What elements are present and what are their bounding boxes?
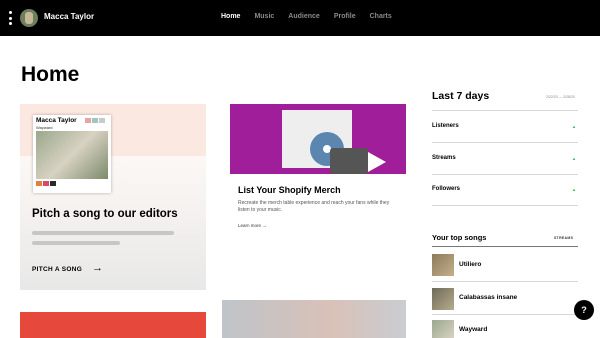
arrow-right-icon: → [262, 223, 267, 228]
help-button[interactable]: ? [574, 300, 594, 320]
nav-home[interactable]: Home [221, 13, 240, 20]
artist-name[interactable]: Macca Taylor [44, 12, 94, 21]
song-preview-card: Macca Taylor Wayward [33, 115, 111, 193]
merch-card-description: Recreate the merch table experience and … [238, 200, 390, 213]
color-swatch [99, 118, 105, 123]
song-title[interactable]: Utiliero [459, 261, 481, 268]
song-cover[interactable] [432, 320, 454, 338]
divider [432, 314, 578, 315]
learn-more-label: Learn more [238, 223, 262, 228]
streams-column-header: STREAMS [554, 236, 574, 240]
date-range: 2/22/20 — 2/28/20 [546, 95, 575, 99]
placeholder-bar [32, 231, 174, 235]
song-title[interactable]: Wayward [459, 326, 487, 333]
top-songs-title: Your top songs [432, 233, 487, 242]
divider [432, 205, 578, 206]
trend-up-icon: ▲ [572, 156, 576, 161]
song-title[interactable]: Calabassas insane [459, 294, 517, 301]
color-swatch [50, 181, 56, 186]
stats-title: Last 7 days [432, 90, 490, 102]
color-swatch [85, 118, 91, 123]
divider [432, 110, 578, 111]
color-swatch [43, 181, 49, 186]
nav-music[interactable]: Music [254, 13, 274, 20]
pitch-song-link[interactable]: PITCH A SONG [32, 266, 82, 273]
placeholder-bar [32, 241, 120, 245]
main-nav: Home Music Audience Profile Charts [221, 13, 406, 20]
song-cover[interactable] [432, 288, 454, 310]
pitch-card-title: Pitch a song to our editors [32, 208, 178, 220]
divider [432, 281, 578, 282]
color-swatch [92, 118, 98, 123]
learn-more-link[interactable]: Learn more → [238, 223, 267, 228]
stat-listeners[interactable]: Listeners [432, 123, 459, 129]
trend-up-icon: ▲ [572, 124, 576, 129]
preview-cover-image [36, 131, 108, 179]
divider [432, 174, 578, 175]
nav-profile[interactable]: Profile [334, 13, 356, 20]
color-swatch [36, 181, 42, 186]
page-title: Home [21, 63, 80, 86]
preview-artist-name: Macca Taylor [36, 117, 77, 124]
promo-card-red[interactable] [20, 312, 206, 338]
artist-avatar[interactable] [20, 9, 38, 27]
preview-song-name: Wayward [36, 125, 53, 130]
cassette-graphic [330, 148, 368, 174]
merch-card-title[interactable]: List Your Shopify Merch [238, 185, 341, 195]
nav-charts[interactable]: Charts [370, 13, 392, 20]
divider [432, 246, 578, 247]
triangle-graphic [368, 152, 386, 172]
trend-up-icon: ▲ [572, 187, 576, 192]
stat-followers[interactable]: Followers [432, 186, 460, 192]
song-cover[interactable] [432, 254, 454, 276]
top-nav-bar: Macca Taylor Home Music Audience Profile… [0, 0, 600, 36]
menu-dots-icon[interactable] [9, 11, 13, 25]
divider [432, 142, 578, 143]
promo-card-photo[interactable] [222, 300, 406, 338]
stat-streams[interactable]: Streams [432, 155, 456, 161]
arrow-right-icon[interactable]: → [92, 262, 103, 274]
merch-card-image[interactable] [230, 104, 406, 174]
nav-audience[interactable]: Audience [288, 13, 320, 20]
